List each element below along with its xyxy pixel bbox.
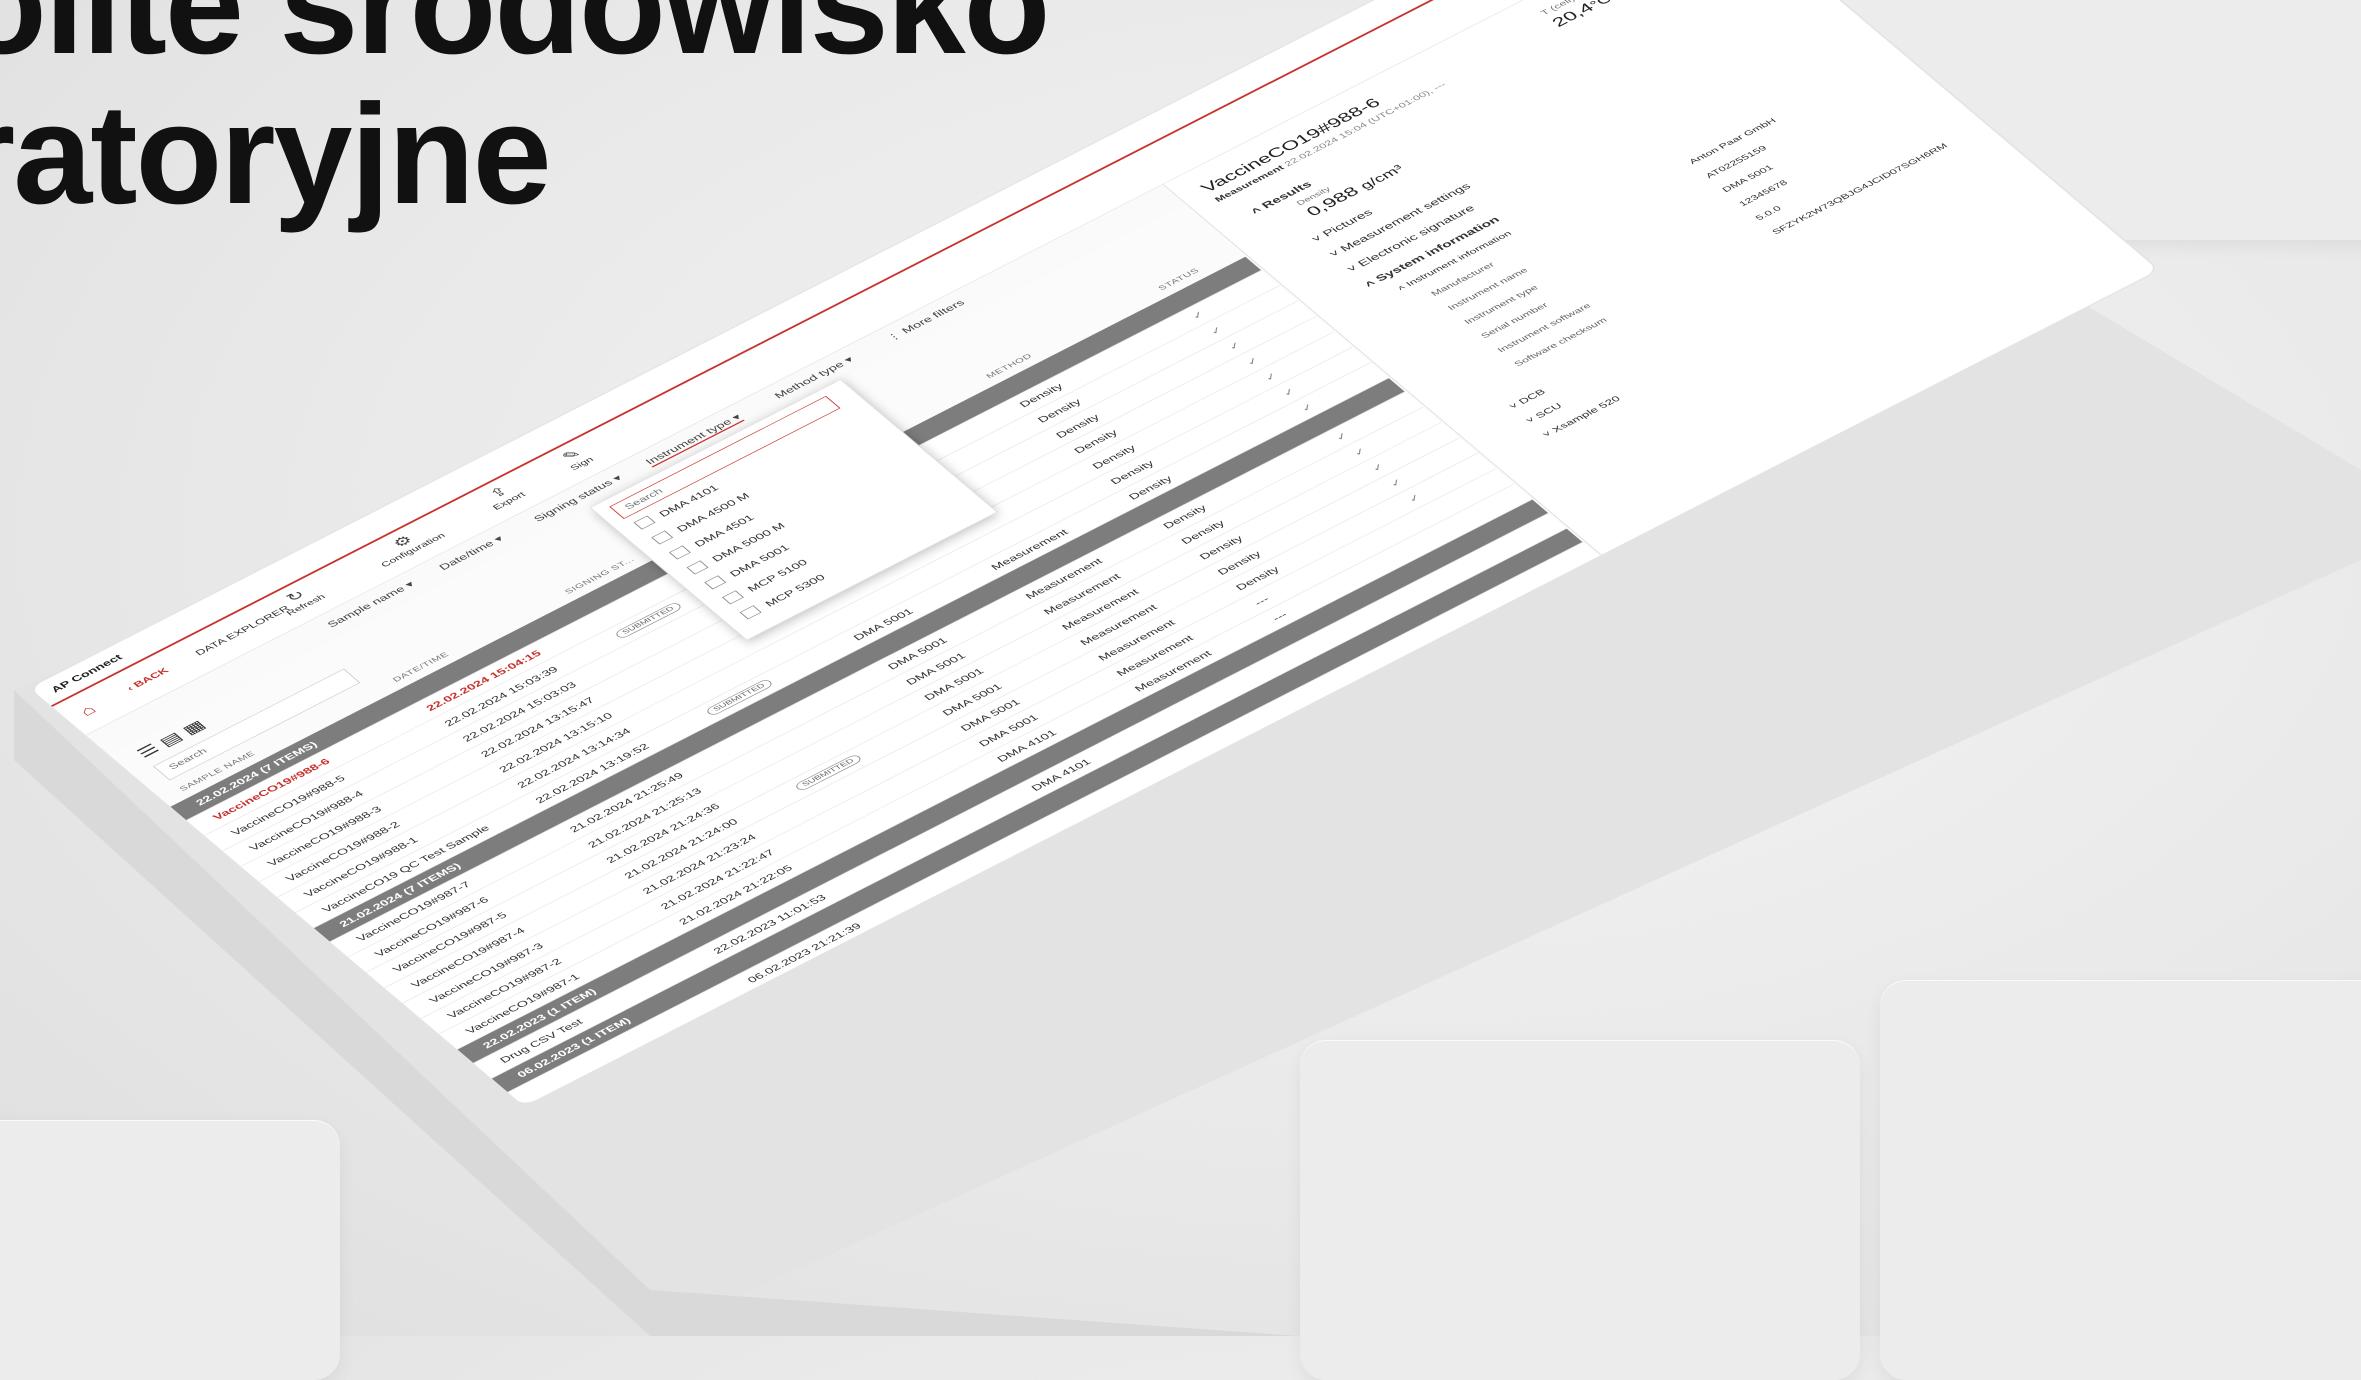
status-check-icon: ✓: [1298, 401, 1317, 414]
status-check-icon: ✓: [1350, 445, 1369, 458]
status-check-icon: ✓: [1405, 491, 1424, 505]
status-check-icon: ✓: [1368, 461, 1388, 474]
density-unit: g/cm³: [1356, 162, 1407, 192]
checkbox[interactable]: [704, 575, 727, 590]
info-value: 5.0.0: [1753, 204, 1784, 223]
checkbox[interactable]: [686, 560, 709, 575]
info-label: Instrument name: [1445, 266, 1530, 312]
status-check-icon: ✓: [1279, 385, 1299, 399]
info-value: SFZYK2W73QBJG4JCID07SGH6RM: [1769, 141, 1950, 237]
app-window: AP Connect ? MA ⌂ ‹ BACK DATA EXPLORER ↻…: [30, 0, 2158, 1106]
table-body: 22.02.2024 (7 ITEMS) VaccineCO19#988-6 22.…: [170, 256, 1602, 1106]
home-icon[interactable]: ⌂: [75, 702, 100, 719]
sign-button[interactable]: ✎ Sign: [555, 445, 596, 472]
section-scu-label: SCU: [1532, 401, 1565, 420]
export-button[interactable]: ⇪ Export: [478, 480, 527, 512]
method: ---: [1251, 594, 1272, 608]
status-check-icon: ✓: [1243, 355, 1262, 368]
screen-area: AP Connect ? MA ⌂ ‹ BACK DATA EXPLORER ↻…: [0, 0, 2361, 1336]
back-label: BACK: [130, 665, 171, 689]
section-dcb-label: DCB: [1516, 387, 1548, 406]
checkbox[interactable]: [651, 530, 674, 545]
section-dcb[interactable]: ˅ DCB: [1507, 387, 1548, 411]
status-check-icon: ✓: [1261, 370, 1281, 383]
checkbox[interactable]: [668, 545, 691, 560]
checkbox[interactable]: [633, 515, 656, 530]
checkbox[interactable]: [721, 590, 744, 605]
section-xsample[interactable]: ˅ Xsample 520: [1540, 394, 1623, 439]
status-check-icon: ✓: [1225, 339, 1244, 352]
status-check-icon: ✓: [1386, 476, 1406, 489]
status-check-icon: ✓: [1207, 324, 1226, 337]
status-check-icon: ✓: [1188, 308, 1208, 322]
method: ---: [1269, 609, 1290, 623]
checkbox[interactable]: [739, 605, 762, 620]
section-xsample-label: Xsample 520: [1549, 394, 1623, 435]
section-scu[interactable]: ˅ SCU: [1523, 401, 1564, 425]
status-check-icon: ✓: [1332, 430, 1351, 443]
back-button[interactable]: ‹ BACK: [124, 666, 171, 693]
